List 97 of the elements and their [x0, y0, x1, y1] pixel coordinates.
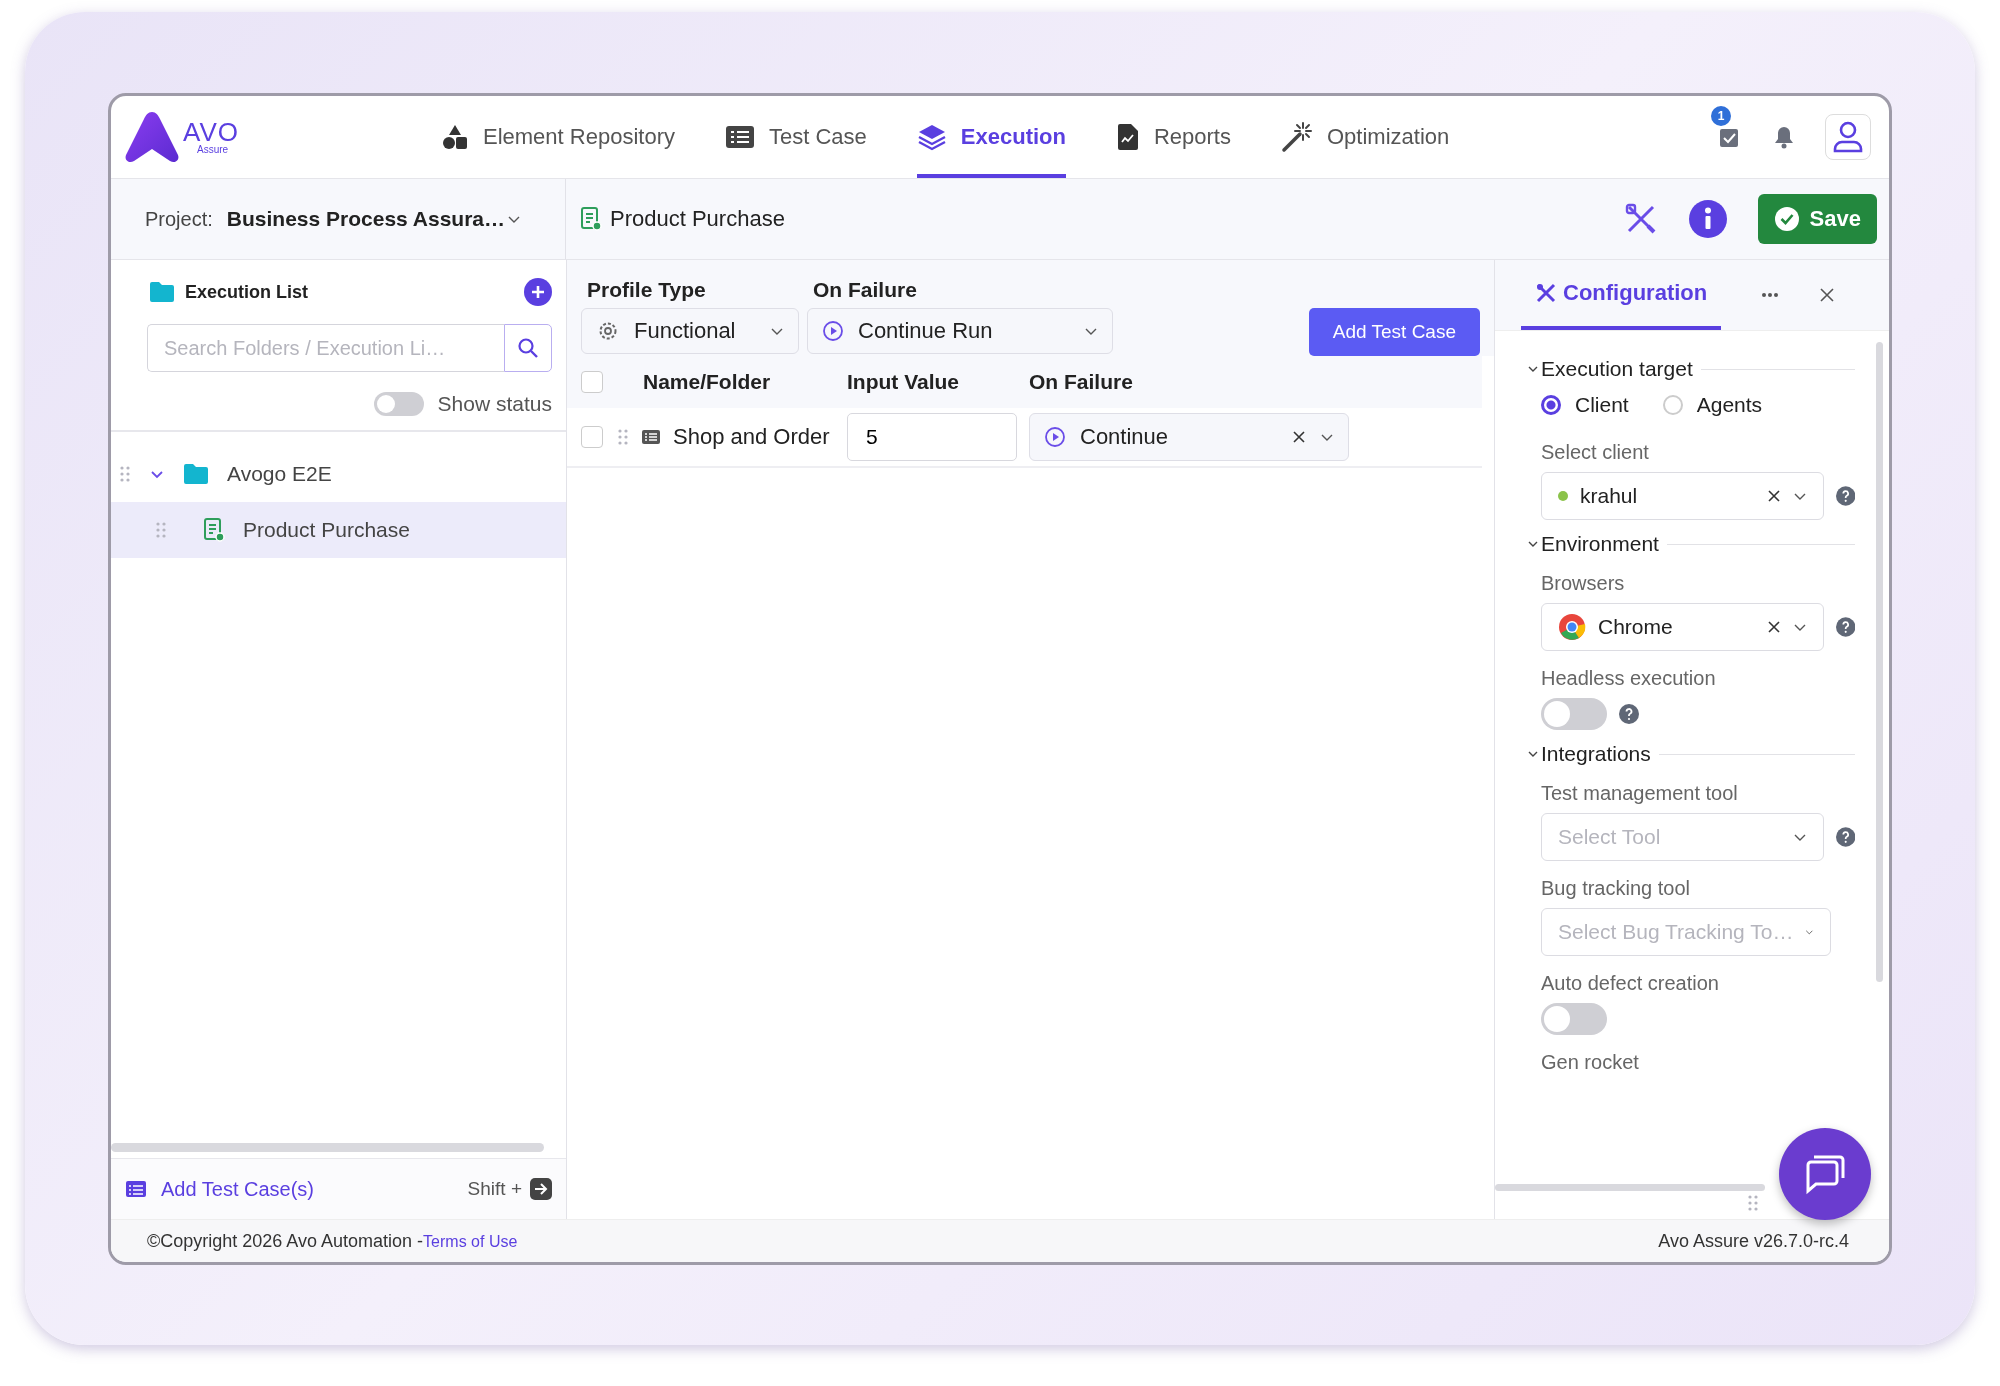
save-button[interactable]: Save: [1757, 194, 1877, 244]
field-label: Browsers: [1541, 572, 1626, 595]
nav-tab[interactable]: Optimization: [1281, 96, 1450, 178]
add-test-case-button[interactable]: Add Test Case: [1308, 308, 1480, 356]
tree-item[interactable]: Avogo E2E: [111, 446, 566, 502]
drag-handle-icon[interactable]: [119, 465, 131, 483]
browser-icon: [1558, 613, 1586, 641]
clear-icon[interactable]: [1292, 430, 1306, 444]
tree-item-label: Avogo E2E: [227, 462, 332, 486]
list-icon: [125, 1180, 147, 1198]
on-failure-dropdown[interactable]: Continue: [1029, 413, 1349, 461]
project-select[interactable]: Business Process Assura…: [226, 207, 521, 231]
field-label: Auto defect creation: [1541, 972, 1720, 995]
clear-icon[interactable]: [1766, 489, 1781, 503]
user-icon: [1833, 121, 1863, 153]
search-button[interactable]: [504, 324, 552, 372]
input-value-field[interactable]: 5: [847, 413, 1017, 461]
report-icon: [1115, 123, 1140, 151]
search-field[interactable]: Search Folders / Execution Li…: [147, 324, 504, 372]
field-label: Select client: [1541, 441, 1650, 464]
chat-button[interactable]: [1779, 1128, 1871, 1220]
field-label: Bug tracking tool: [1541, 877, 1691, 900]
column-header: On Failure: [1029, 370, 1134, 394]
help-icon[interactable]: [1835, 827, 1855, 847]
status-toggle[interactable]: [373, 392, 424, 416]
nav-tab[interactable]: Reports: [1115, 96, 1231, 178]
field-label: Headless execution: [1541, 667, 1717, 690]
close-icon[interactable]: [1819, 287, 1836, 303]
field-label: Profile Type: [586, 278, 707, 302]
folder-icon: [183, 463, 209, 485]
section-title: Integrations: [1541, 742, 1651, 766]
terms-link[interactable]: Terms of Use: [423, 1232, 518, 1250]
section-title: Environment: [1541, 532, 1659, 556]
nav-tab[interactable]: Test Case: [725, 96, 867, 178]
document-icon: [203, 518, 225, 542]
play-circle-icon: [1044, 426, 1066, 448]
notification-badge: 1: [1711, 106, 1731, 126]
column-header: Name/Folder: [642, 370, 772, 394]
search-icon: [517, 337, 539, 359]
nav-tab[interactable]: Element Repository: [441, 96, 675, 178]
select-all-checkbox[interactable]: [581, 371, 603, 393]
clear-icon[interactable]: [1766, 620, 1781, 634]
info-icon[interactable]: [1687, 199, 1728, 239]
list-icon: [725, 125, 755, 149]
panel-title: Execution List: [185, 281, 309, 303]
bell-icon[interactable]: [1773, 125, 1795, 149]
row-checkbox[interactable]: [581, 426, 603, 448]
scrollbar[interactable]: [111, 1143, 544, 1152]
folder-icon: [149, 281, 175, 303]
tools-icon[interactable]: [1623, 202, 1658, 236]
brand-tagline: Assure: [196, 145, 230, 155]
column-header: Input Value: [847, 370, 960, 394]
logo-icon: [123, 110, 181, 164]
tree-item-label: Product Purchase: [243, 518, 410, 542]
drag-handle-icon[interactable]: [1747, 1194, 1759, 1212]
help-icon[interactable]: [1835, 486, 1855, 506]
user-avatar[interactable]: [1825, 114, 1871, 160]
document-icon: [580, 207, 602, 231]
radio-option[interactable]: Agents: [1662, 393, 1763, 417]
drag-handle-icon[interactable]: [617, 428, 629, 446]
tree-item[interactable]: Product Purchase: [111, 502, 566, 558]
select-field[interactable]: Chrome: [1541, 603, 1824, 651]
more-icon[interactable]: [1761, 292, 1780, 298]
section-title: Execution target: [1541, 357, 1693, 381]
arrow-right-icon: [530, 1178, 552, 1200]
toggle-switch[interactable]: [1541, 698, 1607, 730]
shapes-icon: [441, 123, 469, 151]
drag-handle-icon[interactable]: [155, 521, 167, 539]
play-circle-icon: [822, 320, 844, 342]
scrollbar[interactable]: [1495, 1184, 1765, 1191]
scrollbar[interactable]: [1876, 342, 1883, 982]
project-label: Project:: [145, 207, 213, 231]
version-text: Avo Assure v26.7.0-rc.4: [1658, 1230, 1849, 1252]
field-label: Test management tool: [1541, 782, 1739, 805]
on-failure-dropdown[interactable]: Continue Run: [807, 308, 1113, 354]
toggle-label: Show status: [437, 392, 552, 416]
profile-type-dropdown[interactable]: Functional: [581, 308, 799, 354]
field-label: On Failure: [812, 278, 918, 302]
layers-icon: [916, 123, 947, 151]
magic-wand-icon: [1281, 121, 1313, 153]
toggle-switch[interactable]: [1541, 1003, 1607, 1035]
radio-option[interactable]: Client: [1541, 393, 1629, 417]
brand-name: AVO: [183, 119, 239, 145]
list-icon: [641, 429, 661, 445]
shortcut-label: Shift +: [467, 1178, 522, 1200]
check-circle-icon: [1773, 206, 1800, 232]
help-icon[interactable]: [1835, 617, 1855, 637]
breadcrumb-title: Product Purchase: [610, 206, 785, 232]
add-icon[interactable]: [524, 278, 552, 306]
table-cell: Shop and Order: [673, 424, 830, 450]
field-label: Gen rocket: [1541, 1051, 1640, 1074]
radio-button[interactable]: [1541, 395, 1561, 415]
help-icon[interactable]: [1619, 704, 1639, 724]
add-test-case-link[interactable]: Add Test Case(s): [125, 1177, 315, 1201]
tools-icon: [1535, 282, 1557, 304]
copyright-text: ©Copyright 2026 Avo Automation -Terms of Use: [147, 1230, 518, 1252]
select-field[interactable]: krahul: [1541, 472, 1824, 520]
